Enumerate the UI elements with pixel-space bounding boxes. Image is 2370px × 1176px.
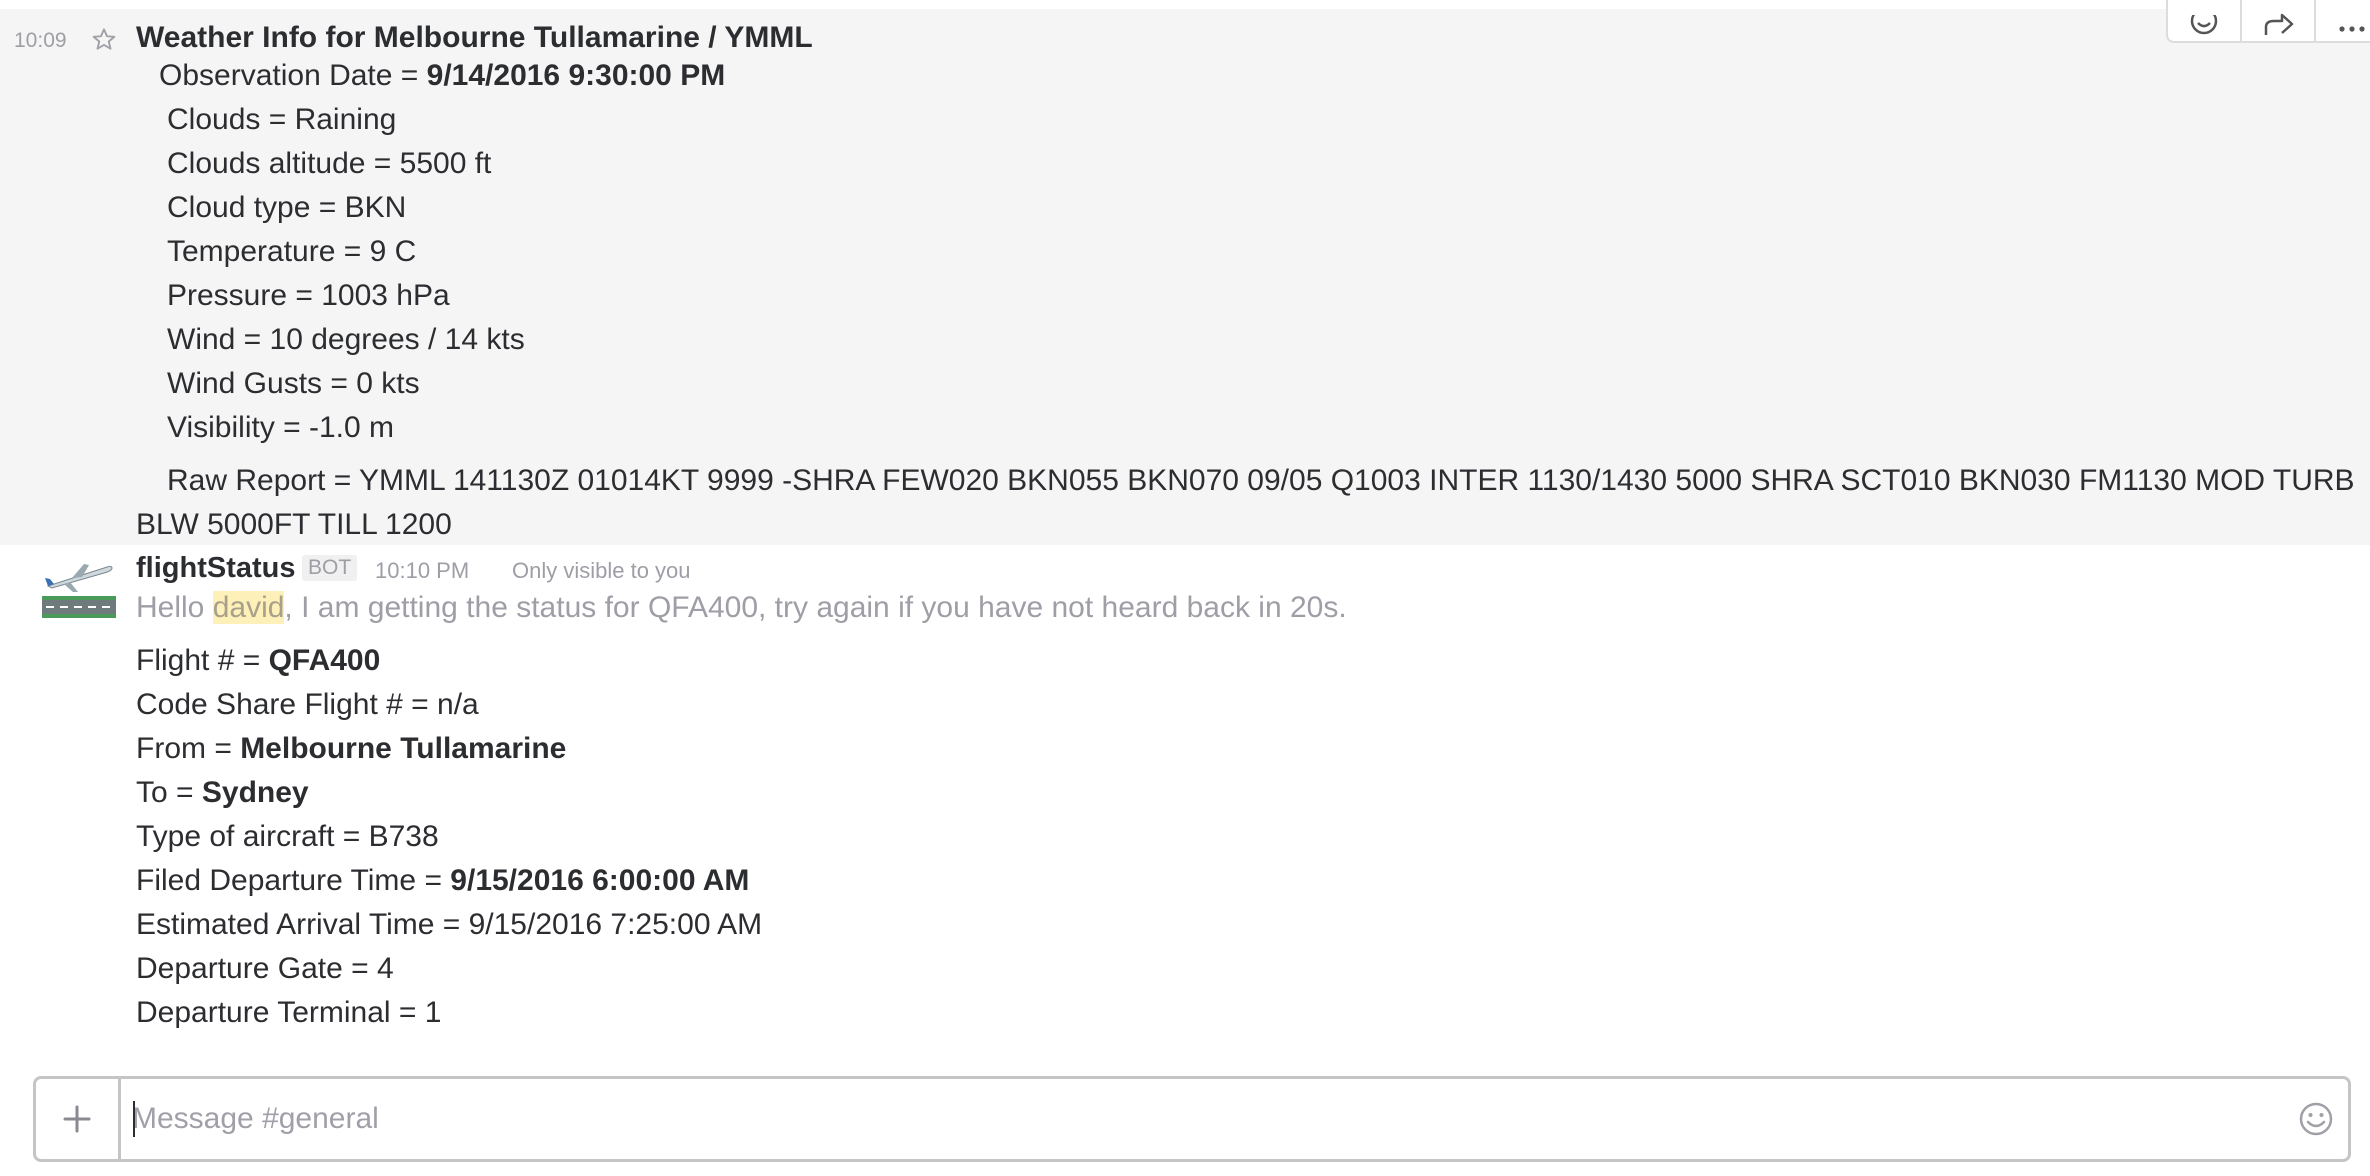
message-actions-toolbar <box>2166 0 2370 43</box>
emoji-reaction-icon <box>2190 15 2218 35</box>
plus-icon <box>63 1105 91 1133</box>
message-composer <box>33 1076 2351 1162</box>
star-icon[interactable] <box>89 25 119 55</box>
text-caret <box>133 1101 135 1137</box>
clouds-line: Clouds = Raining <box>167 103 397 136</box>
filed-departure-line: Filed Departure Time = 9/15/2016 6:00:00… <box>136 863 749 899</box>
observation-value: 9/14/2016 9:30:00 PM <box>426 59 726 92</box>
visibility-line: Visibility = -1.0 m <box>167 411 395 444</box>
clouds-altitude-line: Clouds altitude = 5500 ft <box>167 147 492 180</box>
user-mention[interactable]: david <box>212 591 285 624</box>
filed-departure-value: 9/15/2016 6:00:00 AM <box>450 864 750 897</box>
flight-number-label: Flight # = <box>136 644 269 677</box>
filed-departure-label: Filed Departure Time = <box>136 864 451 897</box>
ephemeral-suffix: , I am getting the status for QFA400, tr… <box>284 591 1347 624</box>
message-timestamp[interactable]: 10:09 <box>14 29 67 53</box>
cloud-type-line: Cloud type = BKN <box>167 191 407 224</box>
message-pane: 10:09 Weather Info for Melbourne Tullama… <box>0 0 2370 1176</box>
emoji-picker-icon[interactable] <box>2296 1099 2336 1139</box>
to-label: To = <box>136 776 202 809</box>
temperature-line: Temperature = 9 C <box>167 235 417 268</box>
bot-sender-name[interactable]: flightStatus <box>136 552 296 585</box>
add-reaction-button[interactable] <box>2168 0 2242 41</box>
wind-line: Wind = 10 degrees / 14 kts <box>167 323 525 356</box>
attach-file-button[interactable] <box>36 1079 121 1159</box>
raw-report: Raw Report = YMML 141130Z 01014KT 9999 -… <box>136 464 2355 541</box>
flight-number-value: QFA400 <box>268 644 381 677</box>
share-button[interactable] <box>2242 0 2316 41</box>
observation-line: Observation Date = 9/14/2016 9:30:00 PM <box>159 58 725 94</box>
message-input[interactable] <box>132 1079 2272 1159</box>
bot-message-timestamp[interactable]: 10:10 PM <box>375 558 469 584</box>
share-icon <box>2264 13 2294 35</box>
observation-label: Observation Date = <box>159 59 427 92</box>
estimated-arrival-line: Estimated Arrival Time = 9/15/2016 7:25:… <box>136 908 763 941</box>
from-label: From = <box>136 732 241 765</box>
to-line: To = Sydney <box>136 775 309 811</box>
departure-terminal-line: Departure Terminal = 1 <box>136 996 442 1029</box>
airplane-avatar-icon[interactable] <box>42 558 116 628</box>
wind-gusts-line: Wind Gusts = 0 kts <box>167 367 420 400</box>
bot-badge: BOT <box>302 555 358 581</box>
ephemeral-prefix: Hello <box>136 591 213 624</box>
ephemeral-message: Hello david, I am getting the status for… <box>136 591 1347 625</box>
to-value: Sydney <box>201 776 309 809</box>
from-line: From = Melbourne Tullamarine <box>136 731 566 767</box>
flight-number-line: Flight # = QFA400 <box>136 643 380 679</box>
more-icon <box>2339 26 2365 32</box>
weather-title: Weather Info for Melbourne Tullamarine /… <box>136 21 813 54</box>
codeshare-line: Code Share Flight # = n/a <box>136 688 479 721</box>
pressure-line: Pressure = 1003 hPa <box>167 279 450 312</box>
more-actions-button[interactable] <box>2316 0 2370 41</box>
from-value: Melbourne Tullamarine <box>240 732 567 765</box>
visibility-note: Only visible to you <box>512 558 691 583</box>
departure-gate-line: Departure Gate = 4 <box>136 952 394 985</box>
weather-message[interactable]: 10:09 Weather Info for Melbourne Tullama… <box>0 0 2370 545</box>
aircraft-line: Type of aircraft = B738 <box>136 820 439 853</box>
